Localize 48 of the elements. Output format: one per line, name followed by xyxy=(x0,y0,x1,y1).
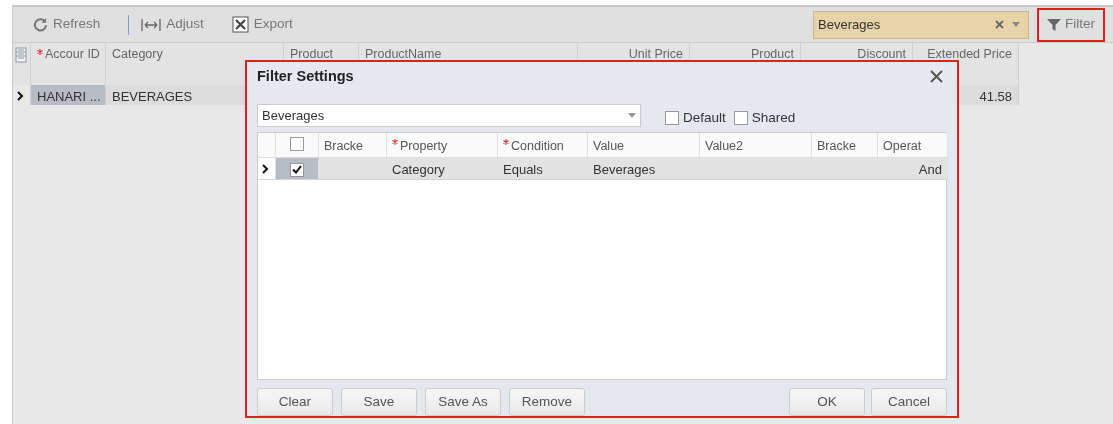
checkbox[interactable] xyxy=(733,110,748,125)
column-header: Bracke xyxy=(324,139,363,153)
adjust-width-icon xyxy=(141,17,162,32)
clear-icon[interactable] xyxy=(995,20,1004,29)
caret-icon[interactable] xyxy=(628,113,636,119)
checkbox-label: Default xyxy=(683,108,726,127)
toolbar-button[interactable]: Adjust xyxy=(135,12,210,37)
column-header: ProductName xyxy=(365,47,442,62)
excel-icon xyxy=(231,16,249,33)
dialog-button[interactable]: Clear xyxy=(257,388,333,416)
column-header: Discount xyxy=(857,47,906,62)
select-all-checkbox[interactable] xyxy=(290,137,304,151)
filter-select[interactable]: Beverages xyxy=(813,10,1029,39)
column-header: Unit Price xyxy=(628,47,683,62)
dialog-button[interactable]: Remove xyxy=(509,388,585,416)
column-header: Value xyxy=(593,139,625,153)
checkbox[interactable] xyxy=(290,162,304,177)
column-header: Operat xyxy=(883,139,922,153)
column-header: Bracke xyxy=(817,139,856,153)
dialog-button[interactable]: Cancel xyxy=(871,388,947,416)
column-header: Value2 xyxy=(705,139,743,153)
dialog-button[interactable]: Save xyxy=(341,388,417,416)
table-cell: Equals xyxy=(498,158,588,180)
dialog-button[interactable]: OK xyxy=(789,388,865,416)
toolbar-button[interactable]: Export xyxy=(225,12,299,37)
table-cell: And xyxy=(878,158,948,180)
table-cell: Beverages xyxy=(588,158,700,180)
column-header: Accour ID xyxy=(45,47,100,62)
dialog-title: Filter Settings xyxy=(257,67,354,86)
column-header: Product xyxy=(750,47,794,62)
toolbar-button[interactable]: Refresh xyxy=(27,12,107,37)
filter-button[interactable]: Filter xyxy=(1037,7,1105,42)
column-header: Category xyxy=(112,47,163,62)
column-header: Extended Price xyxy=(927,47,1012,62)
table-cell: HANARI ... xyxy=(31,85,106,105)
checkbox[interactable] xyxy=(665,110,679,125)
column-header: Product xyxy=(290,47,334,62)
caret-icon[interactable] xyxy=(1012,22,1020,27)
dialog-button[interactable]: Save As xyxy=(425,388,501,416)
filter-icon xyxy=(1047,17,1061,32)
column-header: Property xyxy=(400,139,448,153)
checkbox-label: Shared xyxy=(751,108,796,127)
filter-name-select[interactable]: Beverages xyxy=(257,104,641,128)
column-header: Condition xyxy=(511,139,564,153)
close-icon[interactable] xyxy=(930,70,943,84)
table-cell: Category xyxy=(387,158,498,180)
refresh-icon xyxy=(33,17,48,32)
columns-icon[interactable] xyxy=(15,47,27,63)
